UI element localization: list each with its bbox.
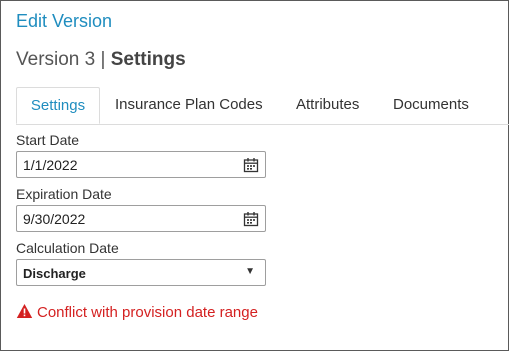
dialog-title: Edit Version [16, 11, 113, 31]
title-separator: | [100, 49, 106, 70]
section-label: Settings [110, 49, 186, 70]
tab-insurance-plan-codes[interactable]: Insurance Plan Codes [115, 87, 263, 124]
start-date-field[interactable]: 1/1/2022 [16, 151, 266, 178]
expiration-date-label: Expiration Date [16, 186, 112, 202]
page-title: Version 3 | Settings [16, 49, 186, 71]
error-message: Conflict with provision date range [16, 303, 258, 321]
tab-settings[interactable]: Settings [16, 87, 100, 124]
start-date-label: Start Date [16, 132, 80, 148]
start-date-value: 1/1/2022 [23, 157, 78, 173]
tab-attributes[interactable]: Attributes [296, 87, 359, 124]
calendar-icon[interactable] [243, 157, 259, 173]
calendar-icon[interactable] [243, 211, 259, 227]
calculation-date-value: Discharge [23, 266, 86, 281]
tab-documents[interactable]: Documents [393, 87, 469, 124]
error-text: Conflict with provision date range [37, 304, 258, 321]
calculation-date-label: Calculation Date [16, 240, 119, 256]
edit-version-dialog: Edit Version Version 3 | Settings Settin… [0, 0, 509, 351]
tab-bar: Settings Insurance Plan Codes Attributes… [16, 87, 509, 125]
calculation-date-select[interactable]: Discharge ▼ [16, 259, 266, 286]
expiration-date-value: 9/30/2022 [23, 211, 86, 227]
expiration-date-field[interactable]: 9/30/2022 [16, 205, 266, 232]
version-label: Version 3 [16, 49, 96, 70]
warning-icon [16, 304, 33, 318]
caret-down-icon[interactable]: ▼ [245, 266, 255, 277]
